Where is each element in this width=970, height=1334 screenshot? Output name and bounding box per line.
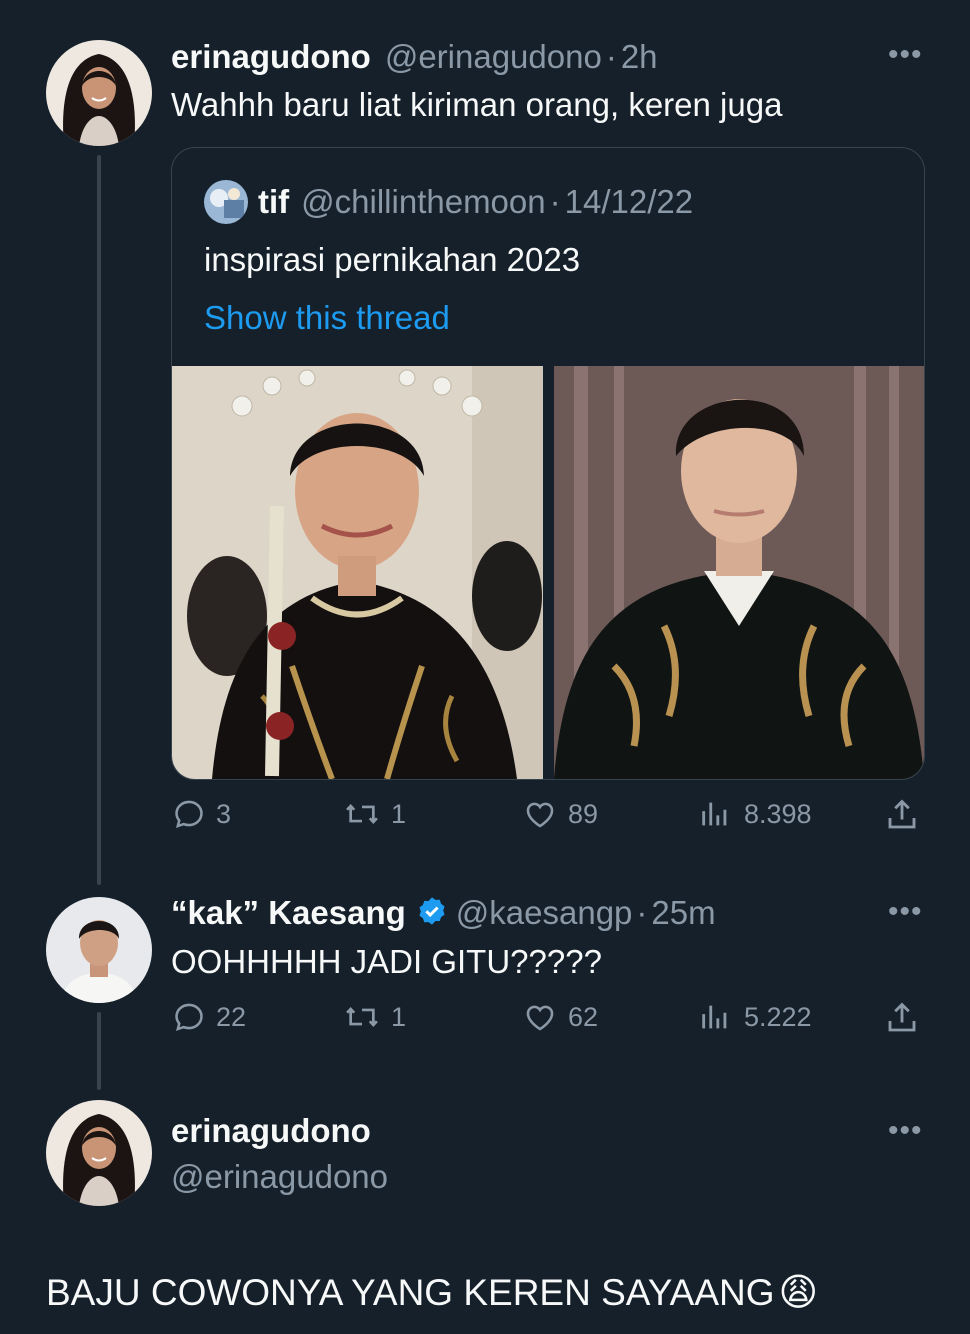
views-count: 5.222 (744, 1001, 812, 1032)
tweet-1-header: erinagudono @erinagudono · 2h (171, 36, 658, 78)
views-icon (702, 1005, 727, 1029)
author-name[interactable]: “kak” Kaesang (171, 894, 406, 932)
share-icon (888, 1002, 916, 1032)
views-button[interactable]: 8.398 (698, 797, 812, 831)
quote-author-handle[interactable]: @chillinthemoon (301, 183, 545, 221)
quote-text: inspirasi pernikahan 2023 (204, 241, 581, 278)
retweet-button[interactable]: 1 (343, 1000, 406, 1034)
author-handle[interactable]: @kaesangp (456, 894, 633, 932)
quote-image-bride[interactable] (172, 366, 543, 779)
reply-count: 22 (216, 1001, 247, 1032)
like-icon (526, 1005, 554, 1031)
groom-image (554, 366, 924, 779)
tweet-time[interactable]: 25m (651, 894, 715, 932)
quote-author-name[interactable]: tif (258, 183, 289, 221)
verified-icon (416, 895, 448, 932)
weary-face-icon: 😩 (778, 1272, 819, 1314)
tweet-2-actions: 22 1 62 5.222 (170, 1000, 930, 1044)
quote-separator-dot: · (549, 183, 561, 220)
tweet-2-header: “kak” Kaesang @kaesangp · 25m (171, 892, 716, 934)
quote-avatar-image (204, 180, 248, 224)
like-count: 62 (568, 1001, 599, 1032)
separator-dot: · (636, 894, 648, 931)
share-button[interactable] (884, 1000, 920, 1036)
avatar-image (46, 897, 152, 1003)
more-icon[interactable]: ••• (888, 895, 923, 929)
views-icon (702, 802, 727, 826)
show-thread-link[interactable]: Show this thread (204, 299, 450, 337)
author-handle[interactable]: @erinagudono (385, 38, 602, 76)
bride-image (172, 366, 543, 779)
like-button[interactable]: 89 (522, 797, 598, 831)
views-count: 8.398 (744, 798, 812, 829)
share-icon (888, 799, 916, 829)
more-icon[interactable]: ••• (888, 38, 923, 72)
reply-button[interactable]: 3 (172, 797, 231, 831)
more-icon[interactable]: ••• (888, 1114, 923, 1148)
tweet-text-row: BAJU COWONYA YANG KEREN SAYAANG 😩 (46, 1270, 818, 1315)
avatar-erinagudono[interactable] (46, 40, 152, 146)
avatar-image (46, 1100, 152, 1206)
separator-dot: · (605, 38, 617, 75)
quoted-tweet[interactable]: tif @chillinthemoon · 14/12/22 inspirasi… (171, 147, 925, 780)
like-icon (526, 802, 554, 828)
tweet-text: Wahhh baru liat kiriman orang, keren jug… (171, 86, 783, 123)
thread-line-1 (97, 155, 101, 885)
author-handle[interactable]: @erinagudono (171, 1158, 388, 1196)
avatar-kaesang[interactable] (46, 897, 152, 1003)
retweet-icon (346, 1006, 378, 1028)
tweet-text: OOHHHHH JADI GITU????? (171, 943, 602, 980)
retweet-button[interactable]: 1 (343, 797, 406, 831)
retweet-icon (346, 803, 378, 825)
thread-line-2 (97, 1012, 101, 1090)
retweet-count: 1 (391, 1001, 407, 1032)
author-name[interactable]: erinagudono (171, 1112, 371, 1150)
quote-date[interactable]: 14/12/22 (565, 183, 693, 221)
tweet-1-actions: 3 1 89 8.398 (170, 797, 930, 841)
like-count: 89 (568, 798, 599, 829)
avatar-erinagudono[interactable] (46, 1100, 152, 1206)
retweet-count: 1 (391, 798, 407, 829)
views-button[interactable]: 5.222 (698, 1000, 812, 1034)
quote-avatar (204, 180, 248, 224)
share-button[interactable] (884, 797, 920, 833)
like-button[interactable]: 62 (522, 1000, 598, 1034)
quote-header: tif @chillinthemoon · 14/12/22 (258, 181, 693, 223)
reply-button[interactable]: 22 (172, 1000, 246, 1034)
reply-icon (175, 800, 203, 829)
avatar-image (46, 40, 152, 146)
reply-count: 3 (216, 798, 232, 829)
reply-icon (175, 1003, 203, 1032)
author-name[interactable]: erinagudono (171, 38, 371, 76)
tweet-time[interactable]: 2h (621, 38, 658, 76)
tweet-text: BAJU COWONYA YANG KEREN SAYAANG (46, 1271, 775, 1313)
quote-image-groom[interactable] (554, 366, 924, 779)
